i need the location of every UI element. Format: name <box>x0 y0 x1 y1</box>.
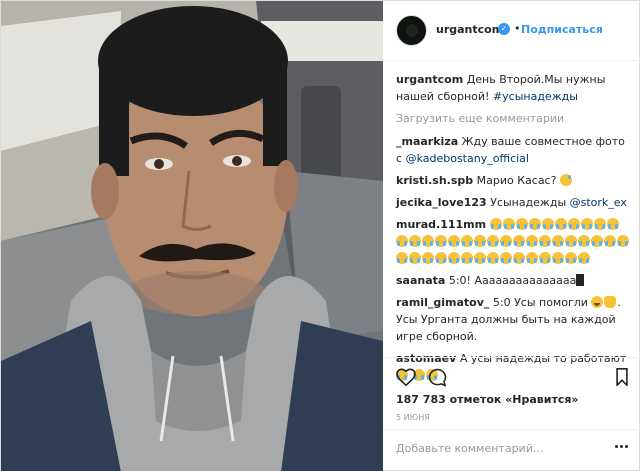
crying-laughing-emoji-icon <box>448 235 460 247</box>
grin-emoji-icon <box>591 296 604 308</box>
crying-laughing-emoji-icon <box>474 252 486 264</box>
crying-laughing-emoji-icon <box>448 252 460 264</box>
crying-laughing-emoji-icon <box>487 235 499 247</box>
comment-item: _maarkiza Жду ваше совместное фото с @ka… <box>396 133 632 167</box>
post-sidebar: urgantcom ✓ • Подписаться urgantcom День… <box>383 1 640 471</box>
instagram-post: urgantcom ✓ • Подписаться urgantcom День… <box>0 0 640 471</box>
comment-item: saanata 5:0! Ааааааааааааааа <box>396 272 632 289</box>
crying-laughing-emoji-icon <box>578 235 590 247</box>
crying-laughing-emoji-icon <box>539 235 551 247</box>
comments-list: urgantcom День Второй.Мы нужны нашей сбо… <box>396 71 632 389</box>
comment-username[interactable]: kristi.sh.spb <box>396 174 473 187</box>
crying-laughing-emoji-icon <box>593 218 606 230</box>
add-comment-input[interactable] <box>396 442 606 455</box>
crying-laughing-emoji-icon <box>435 252 447 264</box>
crying-laughing-emoji-icon <box>422 252 434 264</box>
crying-laughing-emoji-icon <box>502 218 515 230</box>
comment-mention[interactable]: @kadebostany_official <box>406 152 529 165</box>
crying-laughing-emoji-icon <box>526 235 538 247</box>
crying-laughing-emoji-icon <box>554 218 567 230</box>
caption-username[interactable]: urgantcom <box>396 73 463 86</box>
crying-laughing-emoji-icon <box>409 252 421 264</box>
crying-laughing-emoji-icon <box>461 252 473 264</box>
comment-username[interactable]: ramil_gimatov_ <box>396 296 489 309</box>
crying-laughing-emoji-icon <box>565 235 577 247</box>
crying-laughing-emoji-icon <box>409 235 421 247</box>
crying-laughing-emoji-icon <box>513 252 525 264</box>
comment-username[interactable]: _maarkiza <box>396 135 458 148</box>
selfie-image <box>1 1 383 471</box>
crying-laughing-emoji-icon <box>539 252 551 264</box>
header-separator: • <box>514 22 521 35</box>
crying-laughing-emoji-icon <box>617 235 629 247</box>
header-username[interactable]: urgantcom <box>436 23 503 36</box>
crying-laughing-emoji-icon <box>528 218 541 230</box>
comment-text: Марио Касас? <box>476 174 557 187</box>
comment-username[interactable]: saanata <box>396 274 445 287</box>
crying-laughing-emoji-icon <box>604 235 616 247</box>
crying-laughing-emoji-icon <box>526 252 538 264</box>
crying-laughing-emoji-icon <box>500 235 512 247</box>
caption-hashtag[interactable]: #усынадежды <box>493 90 578 103</box>
add-comment-bar <box>383 429 640 471</box>
comment-text: Усынадежды <box>490 196 567 209</box>
crying-laughing-emoji-icon <box>422 235 434 247</box>
crying-laughing-emoji-icon <box>515 218 528 230</box>
crying-laughing-emoji-icon <box>513 235 525 247</box>
avatar[interactable] <box>396 15 427 46</box>
verified-badge-icon: ✓ <box>498 23 510 35</box>
more-options-icon[interactable] <box>615 445 629 449</box>
comment-text: 5:0 Усы помогли <box>492 296 588 309</box>
post-date[interactable]: 5 июня <box>396 413 430 422</box>
avatar-image <box>406 24 418 37</box>
crying-laughing-emoji-icon <box>578 252 590 264</box>
crying-laughing-emoji-icon <box>606 218 619 230</box>
comment-mention[interactable]: @stork_ex <box>570 196 627 209</box>
caption: urgantcom День Второй.Мы нужны нашей сбо… <box>396 71 632 105</box>
comment-icon[interactable] <box>428 368 447 390</box>
sweat-smile-emoji-icon <box>559 174 572 186</box>
crying-laughing-emoji-icon <box>487 252 499 264</box>
crying-laughing-emoji-icon <box>461 235 473 247</box>
crying-laughing-emoji-icon <box>396 235 408 247</box>
thumbs-up-emoji-icon <box>604 296 617 308</box>
bookmark-icon[interactable] <box>615 368 629 389</box>
heart-icon[interactable] <box>396 368 416 389</box>
comment-username[interactable]: jecika_love123 <box>396 196 487 209</box>
post-actions <box>383 357 640 393</box>
crying-laughing-emoji-icon <box>580 218 593 230</box>
likes-count[interactable]: 187 783 отметок «Нравится» <box>396 393 579 406</box>
crying-laughing-emoji-icon <box>541 218 554 230</box>
comment-text: 5:0! Ааааааааааааааа <box>448 274 577 287</box>
crying-laughing-emoji-icon <box>489 218 502 230</box>
crying-laughing-emoji-icon <box>591 235 603 247</box>
comment-username[interactable]: murad.111mm <box>396 218 486 231</box>
crying-laughing-emoji-icon <box>552 235 564 247</box>
post-photo[interactable] <box>1 1 383 471</box>
crying-laughing-emoji-icon <box>435 235 447 247</box>
comment-item: kristi.sh.spb Марио Касас? <box>396 172 632 189</box>
crying-laughing-emoji-icon <box>396 252 408 264</box>
crying-laughing-emoji-icon <box>500 252 512 264</box>
post-header: urgantcom ✓ • Подписаться <box>383 1 640 61</box>
load-more-comments-button[interactable]: Загрузить еще комментарии <box>396 110 632 127</box>
comment-item: ramil_gimatov_ 5:0 Усы помогли . Усы Ург… <box>396 294 632 345</box>
comment-item: murad.111mm <box>396 216 632 267</box>
comment-item: jecika_love123 Усынадежды @stork_ex <box>396 194 632 211</box>
crying-laughing-emoji-icon <box>565 252 577 264</box>
follow-button[interactable]: Подписаться <box>521 23 603 36</box>
flag-emoji-icon <box>576 274 585 286</box>
crying-laughing-emoji-icon <box>552 252 564 264</box>
crying-laughing-emoji-icon <box>567 218 580 230</box>
crying-laughing-emoji-icon <box>474 235 486 247</box>
